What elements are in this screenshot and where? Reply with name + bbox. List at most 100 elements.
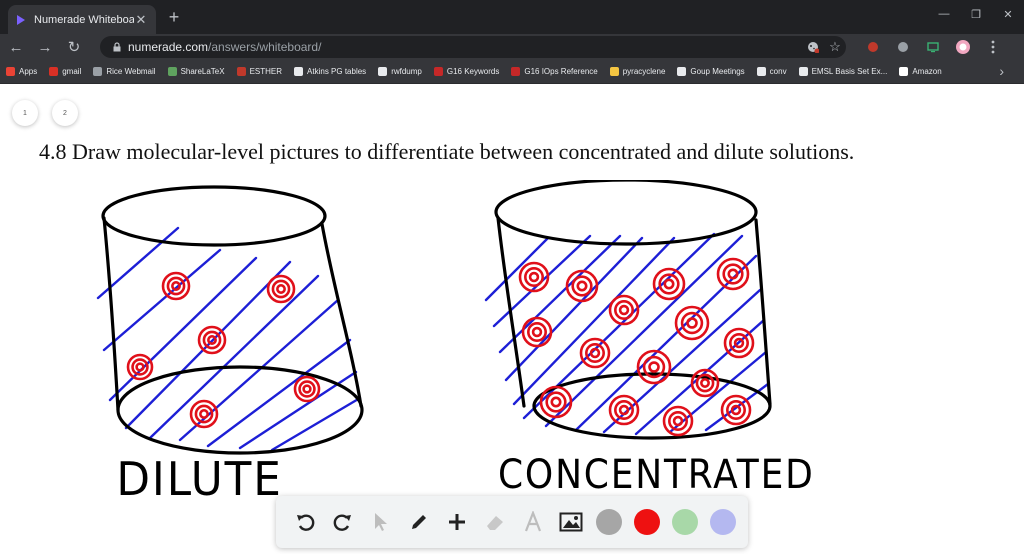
bookmark-icon [93,67,103,76]
undo-icon [297,514,315,531]
solute-particle [662,405,694,437]
url-path: /answers/whiteboard/ [208,40,322,54]
bookmark-icon [49,67,59,76]
plus-icon [449,514,465,530]
bookmark-item[interactable]: conv [751,62,793,82]
new-tab-button[interactable]: + [164,7,184,27]
whiteboard-toolbar [276,496,748,548]
dilute-top-ellipse [101,185,327,247]
bookmarks-bar: Apps gmail Rice Webmail ShareLaTeX ESTHER Atk… [0,60,1024,84]
dilute-left-wall [102,216,120,412]
color-red-button[interactable] [628,502,666,542]
arrow-right-icon: → [37,38,53,56]
browser-menu-icon[interactable] [978,36,1008,58]
bookmark-item[interactable]: ShareLaTeX [162,62,231,82]
cookie-icon[interactable] [802,36,824,58]
bookmark-item[interactable]: ESTHER [231,62,288,82]
bookmark-item[interactable]: Amazon [893,62,947,82]
solute-particle [636,349,672,385]
redo-icon [333,514,351,531]
solute-particle [521,316,553,348]
eraser-tool-button[interactable] [476,502,514,542]
text-tool-button[interactable] [514,502,552,542]
solvent-stroke [498,234,622,354]
extension-monitor-icon[interactable] [918,36,948,58]
bookmark-label: G16 Keywords [446,67,500,76]
bookmark-label: Apps [19,67,38,76]
color-green-button[interactable] [666,502,704,542]
bookmark-item[interactable]: G16 Keywords [428,62,505,82]
add-button[interactable] [438,502,476,542]
forward-button[interactable]: → [32,34,58,60]
back-button[interactable]: ← [3,34,29,60]
extensions-area [858,36,1008,58]
bookmark-label: ESTHER [249,67,283,76]
solute-particle [716,257,750,291]
url-text: numerade.com/answers/whiteboard/ [128,40,802,54]
bookmark-item[interactable]: G16 IOps Reference [505,62,603,82]
page-1-button[interactable]: 1 [12,100,38,126]
text-icon [524,511,542,532]
reload-icon: ↻ [67,39,81,56]
extension-gray-icon[interactable] [888,36,918,58]
bookmark-item[interactable]: Goup Meetings [671,62,750,82]
bookmark-item[interactable]: EMSL Basis Set Ex... [793,62,894,82]
color-gray-button[interactable] [590,502,628,542]
bookmark-icon [677,67,687,76]
solute-particle [266,274,296,304]
page-2-button[interactable]: 2 [52,100,78,126]
bookmark-icon [899,67,909,76]
concentrated-right-wall [754,218,772,406]
browser-tab-strip: Numerade Whiteboard ✕ + — ❐ ✕ [0,0,1024,34]
dilute-bottom-ellipse [116,365,364,455]
bookmark-label: G16 IOps Reference [524,67,598,76]
profile-avatar[interactable] [948,36,978,58]
bookmark-item[interactable]: Apps [0,62,43,82]
bookmark-icon [236,67,246,76]
bookmark-item[interactable]: Atkins PG tables [288,62,372,82]
solute-particle [652,267,686,301]
bookmark-label: Goup Meetings [690,67,745,76]
numerade-favicon-icon [17,14,25,25]
bookmark-icon [6,67,15,76]
select-tool-button[interactable] [362,502,400,542]
solute-particle [565,269,599,303]
browser-tab[interactable]: Numerade Whiteboard ✕ [8,5,156,34]
bookmark-item[interactable]: Rice Webmail [87,62,161,82]
redo-button[interactable] [324,502,362,542]
solute-particle [189,399,219,429]
bookmark-icon [798,67,808,76]
image-tool-button[interactable] [552,502,590,542]
solute-particle [518,261,550,293]
bookmark-icon [294,67,304,76]
solute-particle [539,385,573,419]
address-bar[interactable]: numerade.com/answers/whiteboard/ ☆ [100,36,846,58]
bookmark-label: gmail [62,67,82,76]
tab-close-icon[interactable]: ✕ [134,12,148,28]
star-bookmark-icon[interactable]: ☆ [824,36,846,58]
minimize-button[interactable]: — [928,0,960,28]
extension-red-icon[interactable] [858,36,888,58]
bookmark-icon [756,67,766,76]
restore-button[interactable]: ❐ [960,0,992,28]
bookmarks-overflow-icon[interactable]: › [999,63,1004,79]
eraser-icon [487,516,503,530]
bookmark-item[interactable]: pyracyclene [604,62,672,82]
pencil-icon [412,515,426,529]
dilute-particles [126,271,321,429]
bookmark-label: Rice Webmail [106,67,156,76]
color-swatch [710,509,736,535]
color-lavender-button[interactable] [704,502,742,542]
bookmark-icon [167,67,177,76]
solute-particle [690,368,720,398]
reload-button[interactable]: ↻ [61,34,87,60]
undo-button[interactable] [286,502,324,542]
solute-particle [720,394,752,426]
bookmark-item[interactable]: gmail [43,62,87,82]
bookmark-icon [433,67,443,76]
bookmark-item[interactable]: rwfdump [372,62,428,82]
bookmark-label: conv [769,67,787,76]
close-window-button[interactable]: ✕ [992,0,1024,28]
pen-tool-button[interactable] [400,502,438,542]
solute-particle [608,294,640,326]
